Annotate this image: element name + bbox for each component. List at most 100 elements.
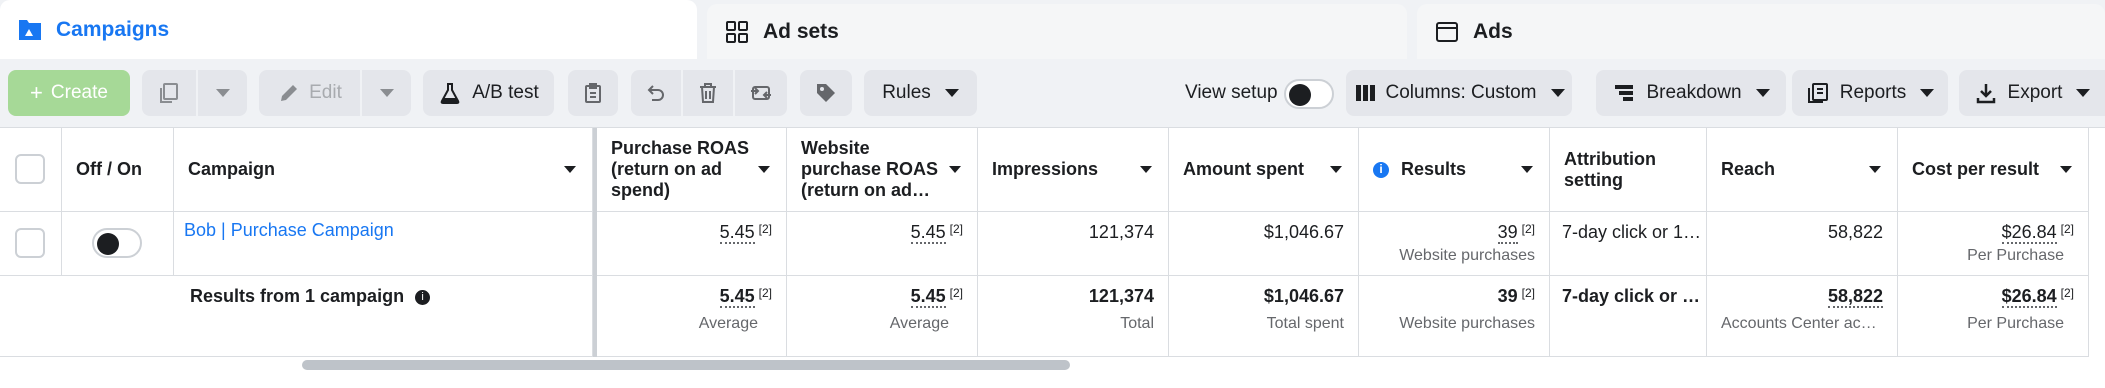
reports-button-label: Reports: [1839, 82, 1907, 103]
columns-button-label: Columns: Custom: [1385, 82, 1537, 103]
chevron-down-icon[interactable]: [564, 166, 576, 173]
duplicate-button[interactable]: [142, 70, 196, 116]
impressions-value: 121,374: [1088, 222, 1154, 242]
reports-button[interactable]: Reports: [1792, 70, 1948, 116]
row-purchase-roas: 5.45 [2]: [597, 212, 787, 276]
edit-button[interactable]: Edit: [259, 70, 360, 116]
clipboard-button[interactable]: [568, 70, 618, 116]
frozen-column-divider[interactable]: [593, 128, 597, 357]
header-amount-spent-label: Amount spent: [1183, 159, 1304, 179]
header-campaign[interactable]: Campaign: [174, 128, 593, 212]
campaign-on-off-toggle[interactable]: [92, 228, 142, 258]
row-impressions: 121,374: [978, 212, 1169, 276]
chevron-down-icon[interactable]: [1140, 166, 1152, 173]
header-cost-per-result-label: Cost per result: [1912, 159, 2040, 179]
duplicate-icon: [157, 81, 181, 105]
header-results[interactable]: i Results: [1359, 128, 1550, 212]
export-button[interactable]: Export: [1959, 70, 2105, 116]
chevron-down-icon[interactable]: [1521, 166, 1533, 173]
summary-impressions-value: 121,374: [1088, 286, 1154, 306]
footnote-marker: [2]: [758, 286, 772, 300]
info-icon[interactable]: i: [415, 289, 431, 305]
tab-ads-label: Ads: [1473, 19, 1513, 43]
header-impressions[interactable]: Impressions: [978, 128, 1169, 212]
header-amount-spent[interactable]: Amount spent: [1169, 128, 1359, 212]
trash-icon: [696, 81, 720, 105]
clipboard-icon: [581, 81, 605, 105]
summary-amount-spent: $1,046.67 Total spent: [1169, 276, 1359, 357]
compare-button[interactable]: [735, 70, 787, 116]
summary-purchase-roas-value[interactable]: 5.45: [719, 286, 755, 308]
plus-icon: +: [30, 80, 43, 105]
website-roas-value[interactable]: 5.45: [910, 222, 946, 244]
results-subtext: Website purchases: [1399, 247, 1535, 264]
header-reach[interactable]: Reach: [1707, 128, 1898, 212]
cost-per-result-subtext: Per Purchase: [1967, 247, 2064, 264]
download-icon: [1974, 81, 1998, 105]
summary-cost-per-result-subtext: Per Purchase: [1967, 315, 2064, 332]
arrows-icon: [749, 81, 773, 105]
footnote-marker: [2]: [2060, 286, 2074, 300]
pencil-icon: [277, 81, 301, 105]
summary-reach-value[interactable]: 58,822: [1827, 286, 1883, 308]
footnote-marker: [2]: [1521, 286, 1535, 300]
summary-purchase-roas: 5.45 [2] Average: [597, 276, 787, 357]
header-website-roas-label: Website purchase ROAS (return on ad…: [801, 138, 939, 200]
header-website-roas[interactable]: Website purchase ROAS (return on ad…: [787, 128, 978, 212]
header-purchase-roas[interactable]: Purchase ROAS (return on ad spend): [597, 128, 787, 212]
view-setup-label: View setup: [1185, 82, 1278, 103]
chevron-down-icon[interactable]: [758, 166, 770, 173]
row-website-roas: 5.45 [2]: [787, 212, 978, 276]
chevron-down-icon[interactable]: [1869, 166, 1881, 173]
edit-button-label: Edit: [309, 82, 342, 103]
header-cost-per-result[interactable]: Cost per result: [1898, 128, 2089, 212]
header-attribution[interactable]: Attribution setting: [1550, 128, 1707, 212]
row-results: 39 [2] Website purchases: [1359, 212, 1550, 276]
summary-label: Results from 1 campaign: [190, 286, 405, 306]
info-icon[interactable]: i: [1373, 161, 1389, 178]
duplicate-dropdown-button[interactable]: [198, 70, 247, 116]
tab-campaigns[interactable]: Campaigns: [0, 0, 697, 59]
row-checkbox[interactable]: [15, 228, 45, 258]
cost-per-result-value[interactable]: $26.84: [2001, 222, 2057, 244]
row-reach: 58,822: [1707, 212, 1898, 276]
header-attribution-label: Attribution setting: [1564, 148, 1656, 190]
summary-results-value: 39: [1497, 286, 1518, 306]
tab-ad-sets[interactable]: Ad sets: [707, 4, 1407, 59]
view-setup-toggle[interactable]: [1284, 79, 1334, 109]
purchase-roas-value[interactable]: 5.45: [719, 222, 755, 244]
campaign-name-link[interactable]: Bob | Purchase Campaign: [184, 220, 394, 240]
footnote-marker: [2]: [758, 222, 772, 236]
summary-cost-per-result-value[interactable]: $26.84: [2001, 286, 2057, 308]
chevron-down-icon[interactable]: [949, 166, 961, 173]
chevron-down-icon[interactable]: [2060, 166, 2072, 173]
summary-website-roas-value[interactable]: 5.45: [910, 286, 946, 308]
row-amount-spent: $1,046.67: [1169, 212, 1359, 276]
header-select-all: [0, 128, 62, 212]
rules-button[interactable]: Rules: [864, 70, 977, 116]
create-button[interactable]: + Create: [8, 70, 130, 116]
chevron-down-icon[interactable]: [1330, 166, 1342, 173]
chevron-down-icon: [944, 89, 959, 97]
summary-amount-spent-subtext: Total spent: [1266, 315, 1344, 332]
campaigns-table: Off / On Campaign Purchase ROAS (return …: [0, 127, 2105, 357]
columns-button[interactable]: Columns: Custom: [1346, 70, 1572, 116]
toggle-knob: [97, 233, 119, 255]
chevron-down-icon: [1755, 89, 1770, 97]
chevron-down-icon: [1550, 89, 1565, 97]
footnote-marker: [2]: [1521, 222, 1535, 236]
edit-dropdown-button[interactable]: [362, 70, 411, 116]
ab-test-button[interactable]: A/B test: [423, 70, 554, 116]
select-all-checkbox[interactable]: [15, 154, 45, 184]
tab-ads[interactable]: Ads: [1417, 4, 2105, 59]
undo-button[interactable]: [631, 70, 681, 116]
breakdown-button[interactable]: Breakdown: [1596, 70, 1786, 116]
tag-button[interactable]: [800, 70, 852, 116]
horizontal-scrollbar[interactable]: [302, 360, 1070, 370]
summary-reach: 58,822 Accounts Center acco…: [1707, 276, 1898, 357]
results-value[interactable]: 39: [1497, 222, 1518, 244]
header-off-on[interactable]: Off / On: [62, 128, 174, 212]
header-purchase-roas-label: Purchase ROAS (return on ad spend): [611, 138, 750, 200]
delete-button[interactable]: [683, 70, 733, 116]
header-results-label: Results: [1401, 159, 1467, 179]
